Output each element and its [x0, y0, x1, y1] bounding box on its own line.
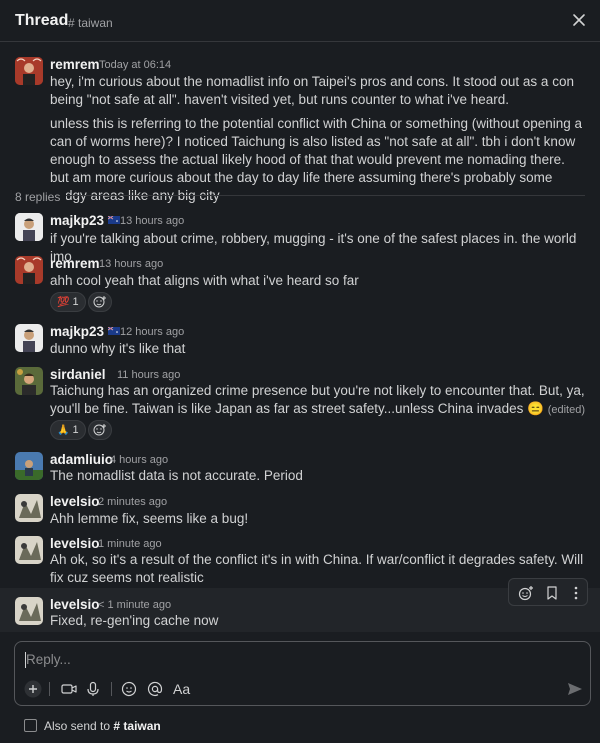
also-send-channel: # taiwan [113, 719, 161, 733]
message-timestamp[interactable]: 12 hours ago [120, 326, 184, 338]
also-send-checkbox[interactable] [24, 719, 37, 732]
message-text: The nomadlist data is not accurate. Peri… [50, 468, 303, 483]
australia-flag-icon [108, 216, 121, 224]
mention-icon[interactable] [145, 679, 165, 699]
message-author[interactable]: adamliuio [50, 452, 113, 467]
replies-divider [15, 195, 585, 196]
inline-emoji: 😑 [527, 401, 544, 416]
message-text: unless this is referring to the potentia… [50, 116, 583, 203]
message-author[interactable]: levelsio [50, 536, 100, 551]
replies-count: 8 replies [15, 190, 67, 204]
avatar[interactable] [15, 57, 43, 85]
message-timestamp[interactable]: 2 minutes ago [98, 496, 167, 508]
message-author[interactable]: majkp23 [50, 324, 121, 339]
message-author[interactable]: majkp23 [50, 213, 121, 228]
australia-flag-icon [108, 327, 121, 335]
reaction-emoji: 🙏 [57, 425, 70, 436]
also-send-label[interactable]: Also send to # taiwan [44, 719, 161, 733]
format-text-button[interactable]: Aa [173, 681, 190, 697]
message-text: hey, i'm curious about the nomadlist inf… [50, 74, 574, 107]
message-timestamp[interactable]: Today at 06:14 [99, 59, 171, 71]
thread-title: Thread [15, 12, 69, 29]
edited-label: (edited) [547, 404, 585, 416]
message-text: dunno why it's like that [50, 341, 186, 356]
message-timestamp[interactable]: 13 hours ago [99, 258, 163, 270]
message-timestamp[interactable]: 4 hours ago [110, 454, 168, 466]
add-reaction-icon[interactable] [88, 420, 112, 440]
mic-icon[interactable] [83, 679, 103, 699]
message-timestamp[interactable]: 11 hours ago [117, 369, 180, 381]
message-text: Fixed, re-gen'ing cache now [50, 613, 219, 628]
message-author[interactable]: sirdaniel [50, 367, 106, 382]
add-reaction-icon[interactable] [88, 292, 112, 312]
message-author[interactable]: levelsio [50, 494, 100, 509]
toolbar-divider [49, 682, 50, 696]
avatar[interactable] [15, 324, 43, 352]
message-timestamp[interactable]: < 1 minute ago [98, 599, 171, 611]
avatar[interactable] [15, 213, 43, 241]
more-icon[interactable] [567, 584, 585, 602]
close-icon[interactable] [570, 11, 588, 29]
emoji-icon[interactable] [119, 679, 139, 699]
avatar[interactable] [15, 367, 43, 395]
message-text: Ah ok, so it's a result of the conflict … [50, 552, 584, 585]
video-icon[interactable] [59, 679, 79, 699]
bookmark-icon[interactable] [543, 584, 561, 602]
message-actions-bar [508, 578, 588, 606]
message-text: Ahh lemme fix, seems like a bug! [50, 511, 249, 526]
message-timestamp[interactable]: 1 minute ago [98, 538, 162, 550]
avatar[interactable] [15, 536, 43, 564]
reaction-pill[interactable]: 🙏 1 [50, 420, 86, 440]
message-author[interactable]: levelsio [50, 597, 100, 612]
reply-composer[interactable]: Reply... Aa [14, 641, 591, 706]
avatar[interactable] [15, 256, 43, 284]
message-timestamp[interactable]: 13 hours ago [120, 215, 184, 227]
reaction-count: 1 [72, 424, 79, 436]
message-author[interactable]: remrem [50, 57, 100, 72]
reply-input-placeholder[interactable]: Reply... [26, 652, 71, 667]
message-text: ahh cool yeah that aligns with what i've… [50, 273, 359, 288]
message-text: Taichung has an organized crime presence… [50, 383, 585, 416]
toolbar-divider [111, 682, 112, 696]
avatar[interactable] [15, 452, 43, 480]
avatar[interactable] [15, 597, 43, 625]
reaction-emoji: 💯 [57, 297, 70, 308]
thread-header: Thread # taiwan [0, 0, 600, 42]
avatar[interactable] [15, 494, 43, 522]
reaction-pill[interactable]: 💯 1 [50, 292, 86, 312]
add-reaction-icon[interactable] [517, 584, 535, 602]
send-icon[interactable] [565, 679, 585, 699]
thread-channel-name[interactable]: # taiwan [68, 16, 113, 30]
message-author[interactable]: remrem [50, 256, 100, 271]
plus-icon[interactable] [23, 679, 43, 699]
reaction-count: 1 [72, 296, 79, 308]
